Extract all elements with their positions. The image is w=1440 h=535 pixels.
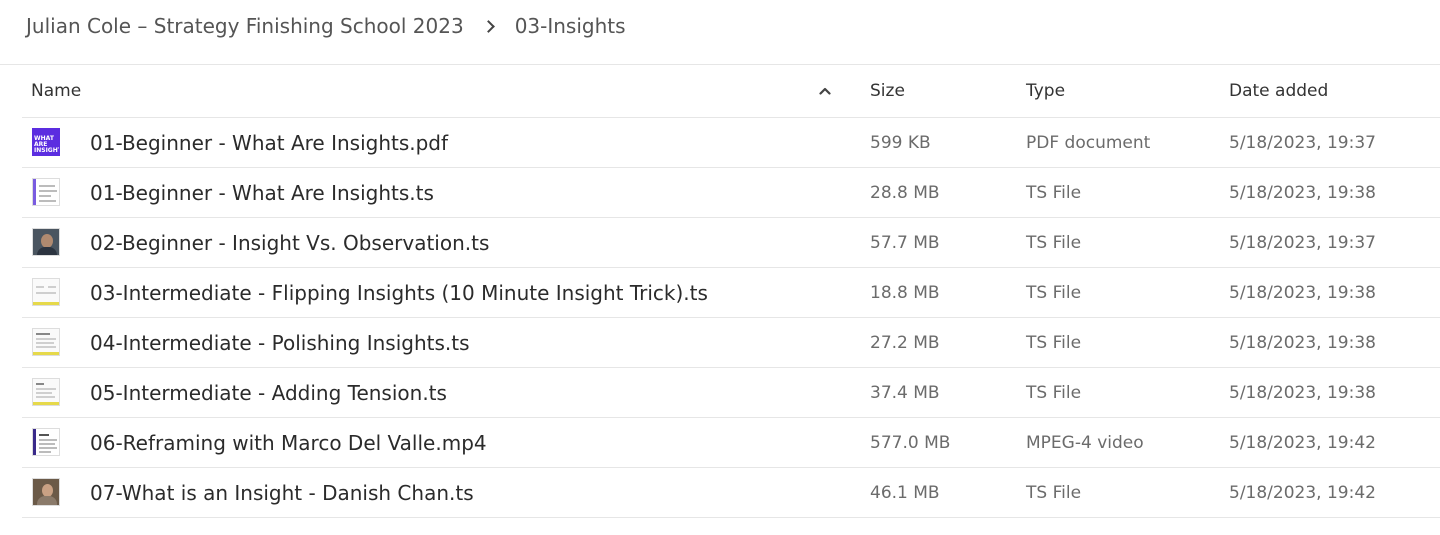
file-name[interactable]: 01-Beginner - What Are Insights.ts xyxy=(90,168,434,217)
file-date-added: 5/18/2023, 19:37 xyxy=(1229,132,1376,153)
file-size: 37.4 MB xyxy=(870,382,940,403)
file-table: Name Size Type Date added WHAT ARE INSIG… xyxy=(22,65,1440,518)
breadcrumb: Julian Cole – Strategy Finishing School … xyxy=(26,11,626,41)
file-type: TS File xyxy=(1026,182,1082,203)
file-name[interactable]: 01-Beginner - What Are Insights.pdf xyxy=(90,118,448,167)
file-row[interactable]: 05-Intermediate - Adding Tension.ts 37.4… xyxy=(22,368,1440,418)
thumbnail-text: WHAT ARE INSIGHTS? xyxy=(34,135,59,154)
column-header-type[interactable]: Type xyxy=(1026,65,1065,117)
file-thumbnail xyxy=(32,278,60,306)
file-name[interactable]: 02-Beginner - Insight Vs. Observation.ts xyxy=(90,218,489,267)
file-thumbnail xyxy=(32,178,60,206)
file-size: 46.1 MB xyxy=(870,482,940,503)
file-type: TS File xyxy=(1026,332,1082,353)
file-name[interactable]: 07-What is an Insight - Danish Chan.ts xyxy=(90,468,474,517)
file-date-added: 5/18/2023, 19:38 xyxy=(1229,282,1376,303)
file-row[interactable]: 06-Reframing with Marco Del Valle.mp4 57… xyxy=(22,418,1440,468)
file-type: PDF document xyxy=(1026,132,1151,153)
file-thumbnail xyxy=(32,378,60,406)
file-date-added: 5/18/2023, 19:37 xyxy=(1229,232,1376,253)
chevron-right-icon xyxy=(481,19,495,33)
file-name[interactable]: 03-Intermediate - Flipping Insights (10 … xyxy=(90,268,708,317)
breadcrumb-current[interactable]: 03-Insights xyxy=(515,14,626,38)
file-row[interactable]: WHAT ARE INSIGHTS? 01-Beginner - What Ar… xyxy=(22,118,1440,168)
file-row[interactable]: 07-What is an Insight - Danish Chan.ts 4… xyxy=(22,468,1440,518)
file-type: TS File xyxy=(1026,482,1082,503)
file-type: MPEG-4 video xyxy=(1026,432,1144,453)
column-header-date-added[interactable]: Date added xyxy=(1229,65,1328,117)
chevron-up-icon[interactable] xyxy=(819,87,831,95)
column-header-size[interactable]: Size xyxy=(870,65,905,117)
file-type: TS File xyxy=(1026,282,1082,303)
file-row[interactable]: 03-Intermediate - Flipping Insights (10 … xyxy=(22,268,1440,318)
file-size: 57.7 MB xyxy=(870,232,940,253)
file-thumbnail: WHAT ARE INSIGHTS? xyxy=(32,128,60,156)
file-thumbnail xyxy=(32,428,60,456)
file-row[interactable]: 01-Beginner - What Are Insights.ts 28.8 … xyxy=(22,168,1440,218)
file-thumbnail xyxy=(32,478,60,506)
file-size: 27.2 MB xyxy=(870,332,940,353)
file-row[interactable]: 02-Beginner - Insight Vs. Observation.ts… xyxy=(22,218,1440,268)
file-date-added: 5/18/2023, 19:38 xyxy=(1229,382,1376,403)
file-type: TS File xyxy=(1026,232,1082,253)
file-date-added: 5/18/2023, 19:38 xyxy=(1229,182,1376,203)
file-size: 28.8 MB xyxy=(870,182,940,203)
file-row[interactable]: 04-Intermediate - Polishing Insights.ts … xyxy=(22,318,1440,368)
file-size: 18.8 MB xyxy=(870,282,940,303)
table-header: Name Size Type Date added xyxy=(22,65,1440,118)
column-header-name[interactable]: Name xyxy=(31,65,81,117)
file-date-added: 5/18/2023, 19:42 xyxy=(1229,432,1376,453)
file-size: 599 KB xyxy=(870,132,931,153)
file-size: 577.0 MB xyxy=(870,432,951,453)
file-thumbnail xyxy=(32,328,60,356)
file-date-added: 5/18/2023, 19:38 xyxy=(1229,332,1376,353)
file-name[interactable]: 04-Intermediate - Polishing Insights.ts xyxy=(90,318,470,367)
file-name[interactable]: 05-Intermediate - Adding Tension.ts xyxy=(90,368,447,417)
file-name[interactable]: 06-Reframing with Marco Del Valle.mp4 xyxy=(90,418,487,467)
breadcrumb-parent-link[interactable]: Julian Cole – Strategy Finishing School … xyxy=(26,14,464,38)
file-thumbnail xyxy=(32,228,60,256)
file-type: TS File xyxy=(1026,382,1082,403)
file-date-added: 5/18/2023, 19:42 xyxy=(1229,482,1376,503)
